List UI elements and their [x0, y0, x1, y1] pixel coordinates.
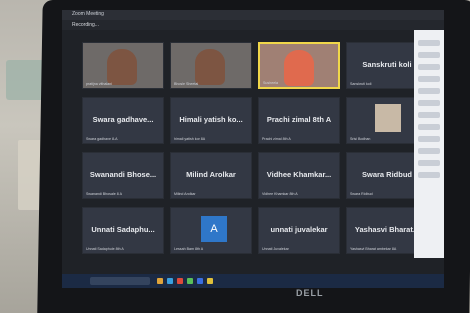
photo-scene: Zoom Meeting Recording... pratijna vitha…	[0, 0, 470, 313]
windows-taskbar	[62, 274, 444, 288]
participant-avatar: A	[201, 216, 227, 242]
participant-tag: Bhosle Sheetal	[174, 82, 199, 86]
participant-tile[interactable]: Swara gadhave... Swara gadhave 8-A	[82, 97, 164, 144]
participant-tag: Milind Arolkar	[174, 192, 196, 196]
participant-tag: himali yatish kor 8A	[174, 137, 206, 141]
participant-tag: Srisi Bodhan	[350, 137, 371, 141]
participant-tile[interactable]: Milind Arolkar Milind Arolkar	[170, 152, 252, 199]
participant-video	[107, 49, 137, 85]
participant-name: Swanandi Bhose...	[89, 170, 157, 179]
participant-name: Himali yatish ko...	[179, 115, 243, 124]
participant-tag: Susheela	[263, 81, 278, 85]
recording-status: Recording...	[72, 22, 99, 28]
participant-tile[interactable]: unnati juvalekar Unnati Juvalekar	[258, 207, 340, 254]
window-titlebar: Zoom Meeting	[62, 10, 444, 20]
participant-grid: pratijna vithalani Bhosle Sheetal Sushee…	[82, 42, 432, 262]
participant-tile[interactable]: Unnati Sadaphu... Unnati Sadaphule 8th A	[82, 207, 164, 254]
participant-tile-active-speaker[interactable]: Susheela	[258, 42, 340, 89]
participant-name: Unnati Sadaphu...	[91, 225, 155, 234]
participant-tag: Swara Ridbud	[350, 192, 373, 196]
participant-name: Milind Arolkar	[186, 170, 236, 179]
participant-video	[284, 50, 314, 86]
participant-tile[interactable]: Swanandi Bhose... Swanandi Bhosale 8 A	[82, 152, 164, 199]
participant-tile[interactable]: Prachi zimal 8th A Prachi zimal 8th A	[258, 97, 340, 144]
participant-video	[195, 49, 225, 85]
laptop-logo: DELL	[296, 288, 324, 298]
participant-tag: Prachi zimal 8th A	[262, 137, 291, 141]
participant-tile[interactable]: Himali yatish ko... himali yatish kor 8A	[170, 97, 252, 144]
participant-tag: Sanskruti koli	[350, 82, 372, 86]
participant-name: Prachi zimal 8th A	[266, 115, 332, 124]
participant-tile[interactable]: A Lessah Bam 8th A	[170, 207, 252, 254]
window-title: Zoom Meeting	[72, 11, 104, 17]
participant-tag: Yashasvi Bharat ambekar 8A	[350, 247, 397, 251]
participant-tile[interactable]: Bhosle Sheetal	[170, 42, 252, 89]
participant-tile[interactable]: Vidhee Khamkar... Vidhee Khamkar 8th A	[258, 152, 340, 199]
participant-tag: Unnati Juvalekar	[262, 247, 289, 251]
participant-name: unnati juvalekar	[270, 225, 328, 234]
recording-bar: Recording...	[62, 20, 444, 30]
participant-tag: Lessah Bam 8th A	[174, 247, 204, 251]
participant-thumbnail	[375, 104, 401, 132]
participant-tag: Swanandi Bhosale 8 A	[86, 192, 122, 196]
participant-tag: Swara gadhave 8-A	[86, 137, 118, 141]
taskbar-search-input[interactable]	[90, 277, 150, 285]
laptop-screen: Zoom Meeting Recording... pratijna vitha…	[62, 10, 444, 288]
participant-name: Vidhee Khamkar...	[266, 170, 332, 179]
participant-tag: Unnati Sadaphule 8th A	[86, 247, 124, 251]
participant-tag: pratijna vithalani	[86, 82, 112, 86]
participant-name: Swara gadhave...	[92, 115, 154, 124]
participant-tile[interactable]: pratijna vithalani	[82, 42, 164, 89]
participants-side-panel	[414, 30, 444, 258]
participant-tag: Vidhee Khamkar 8th A	[262, 192, 298, 196]
